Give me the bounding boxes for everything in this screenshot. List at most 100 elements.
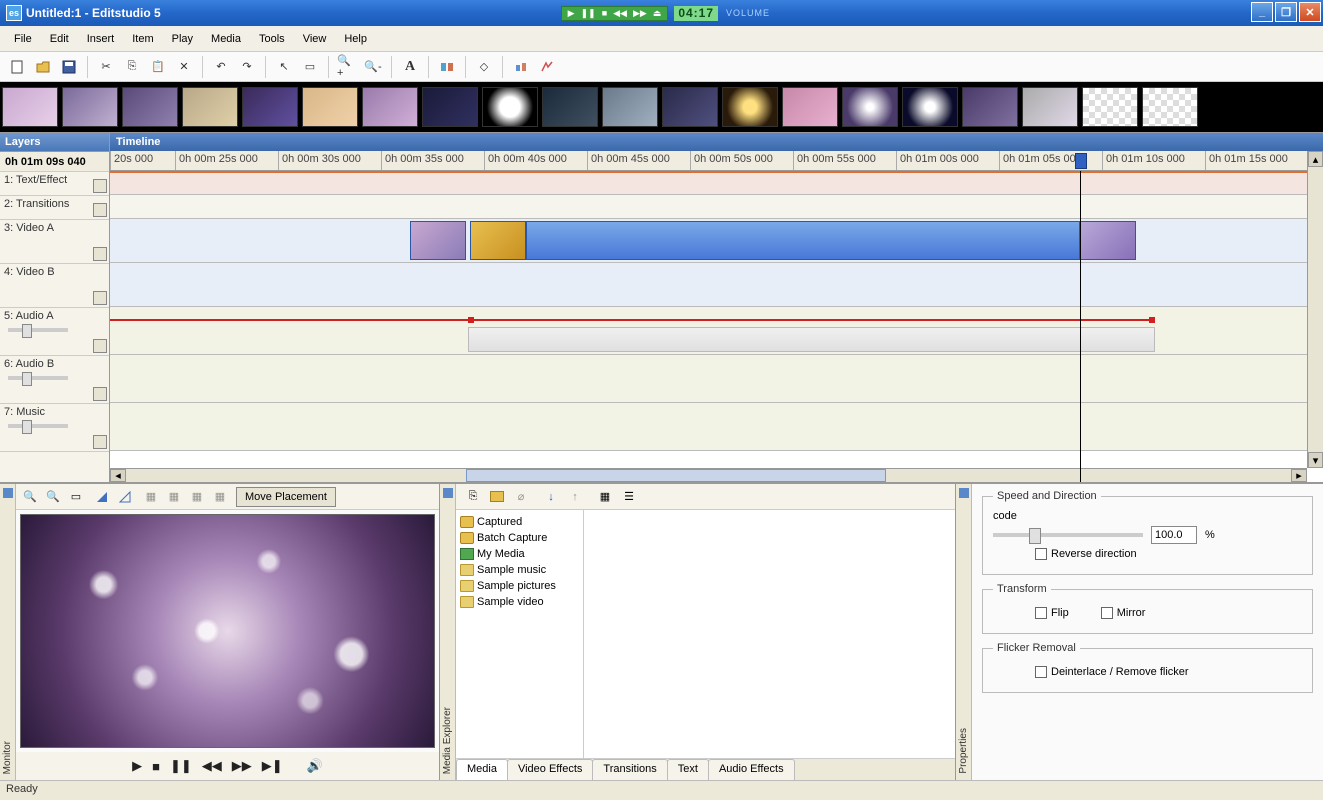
video-clip[interactable] (1080, 221, 1136, 260)
zoom-out-button[interactable]: 🔍- (362, 56, 384, 78)
tab-video-effects[interactable]: Video Effects (507, 759, 593, 780)
speed-slider[interactable] (993, 533, 1143, 537)
menu-play[interactable]: Play (164, 30, 201, 48)
monitor-tab[interactable]: Monitor (0, 484, 16, 780)
tree-node-sample-pictures[interactable]: Sample pictures (458, 578, 581, 594)
audio-envelope[interactable] (110, 319, 1155, 321)
track-video-a[interactable] (110, 219, 1323, 263)
tree-node-batch[interactable]: Batch Capture (458, 530, 581, 546)
layer-video-a[interactable]: 3: Video A (0, 220, 109, 264)
track-video-b[interactable] (110, 263, 1323, 307)
filmstrip-thumb[interactable] (362, 87, 418, 127)
tmc-play-icon[interactable]: ▶ (568, 8, 575, 19)
tmc-eject-icon[interactable]: ⏏ (653, 8, 662, 19)
monitor-preview[interactable] (20, 514, 435, 748)
tab-transitions[interactable]: Transitions (592, 759, 667, 780)
me-grid-view-icon[interactable]: ▦ (596, 488, 614, 506)
menu-item[interactable]: Item (124, 30, 161, 48)
layer-music[interactable]: 7: Music (0, 404, 109, 452)
layer-transitions[interactable]: 2: Transitions (0, 196, 109, 220)
audio-a-volume-slider[interactable] (8, 328, 68, 332)
flip-checkbox[interactable]: Flip (1035, 607, 1069, 619)
scroll-right-icon[interactable]: ▸ (1291, 469, 1307, 482)
paste-button[interactable]: 📋 (147, 56, 169, 78)
menu-view[interactable]: View (295, 30, 335, 48)
me-list-view-icon[interactable]: ☰ (620, 488, 638, 506)
filmstrip-thumb[interactable] (962, 87, 1018, 127)
filmstrip-thumb[interactable] (842, 87, 898, 127)
mon-quality1-icon[interactable] (92, 487, 112, 507)
menu-help[interactable]: Help (336, 30, 375, 48)
menu-insert[interactable]: Insert (79, 30, 123, 48)
me-up-icon[interactable]: ↑ (566, 488, 584, 506)
scroll-down-icon[interactable]: ▾ (1308, 452, 1323, 468)
layer-audio-b[interactable]: 6: Audio B (0, 356, 109, 404)
layer-texteffect[interactable]: 1: Text/Effect (0, 172, 109, 196)
end-icon[interactable]: ▶❚ (262, 758, 283, 774)
timeline-ruler[interactable]: 20s 000 0h 00m 25s 000 0h 00m 30s 000 0h… (110, 151, 1323, 171)
tab-audio-effects[interactable]: Audio Effects (708, 759, 795, 780)
filmstrip-thumb[interactable] (2, 87, 58, 127)
filmstrip-thumb[interactable] (602, 87, 658, 127)
pause-icon[interactable]: ❚❚ (170, 758, 192, 774)
layer-options-icon[interactable] (93, 179, 107, 193)
scroll-up-icon[interactable]: ▴ (1308, 151, 1323, 167)
filmstrip-thumb[interactable] (902, 87, 958, 127)
marker-button[interactable]: ◇ (473, 56, 495, 78)
audio-clip[interactable] (468, 327, 1155, 352)
track-music[interactable] (110, 403, 1323, 451)
layer-options-icon[interactable] (93, 247, 107, 261)
open-file-button[interactable] (32, 56, 54, 78)
mon-quality2-icon[interactable] (115, 487, 135, 507)
menu-file[interactable]: File (6, 30, 40, 48)
mon-zoom-in-icon[interactable]: 🔍 (20, 487, 40, 507)
filmstrip-thumb[interactable] (422, 87, 478, 127)
mute-icon[interactable]: 🔊 (307, 758, 323, 774)
video-clip[interactable] (526, 221, 1080, 260)
menu-edit[interactable]: Edit (42, 30, 77, 48)
filmstrip-thumb[interactable] (782, 87, 838, 127)
layer-options-icon[interactable] (93, 435, 107, 449)
tab-text[interactable]: Text (667, 759, 709, 780)
music-volume-slider[interactable] (8, 424, 68, 428)
me-folder-icon[interactable] (488, 488, 506, 506)
filmstrip-thumb[interactable] (1142, 87, 1198, 127)
playhead[interactable] (1080, 171, 1081, 482)
maximize-button[interactable]: ❐ (1275, 2, 1297, 22)
me-remove-icon[interactable]: ⌀ (512, 488, 530, 506)
delete-button[interactable]: ✕ (173, 56, 195, 78)
tmc-stop-icon[interactable]: ■ (602, 8, 607, 18)
track-texteffect[interactable] (110, 171, 1323, 195)
mon-grid4-icon[interactable]: ▦ (210, 487, 230, 507)
play-icon[interactable]: ▶ (132, 758, 142, 774)
filmstrip-thumb[interactable] (122, 87, 178, 127)
select-tool-button[interactable]: ▭ (299, 56, 321, 78)
filmstrip-thumb[interactable] (62, 87, 118, 127)
layer-audio-a[interactable]: 5: Audio A (0, 308, 109, 356)
media-content-area[interactable] (584, 510, 955, 758)
track-transitions[interactable] (110, 195, 1323, 219)
effect1-button[interactable] (510, 56, 532, 78)
filmstrip-thumb[interactable] (722, 87, 778, 127)
cut-button[interactable]: ✂ (95, 56, 117, 78)
filmstrip-thumb[interactable] (542, 87, 598, 127)
video-clip[interactable] (470, 221, 526, 260)
split-button[interactable] (436, 56, 458, 78)
scroll-left-icon[interactable]: ◂ (110, 469, 126, 482)
timeline-tracks[interactable] (110, 171, 1323, 482)
reverse-direction-checkbox[interactable]: Reverse direction (1035, 548, 1137, 560)
menu-tools[interactable]: Tools (251, 30, 293, 48)
pointer-tool-button[interactable]: ↖ (273, 56, 295, 78)
filmstrip-thumb[interactable] (1022, 87, 1078, 127)
timeline-hscroll[interactable]: ◂ ▸ (110, 468, 1307, 482)
media-explorer-tab[interactable]: Media Explorer (440, 484, 456, 780)
copy-button[interactable]: ⎘ (121, 56, 143, 78)
speed-input[interactable] (1151, 526, 1197, 544)
video-clip[interactable] (410, 221, 466, 260)
mon-zoom-out-icon[interactable]: 🔍 (43, 487, 63, 507)
tmc-next-icon[interactable]: ▶▶ (633, 8, 647, 19)
rewind-icon[interactable]: ◀◀ (202, 758, 222, 774)
mon-grid3-icon[interactable]: ▦ (187, 487, 207, 507)
stop-icon[interactable]: ■ (152, 759, 160, 774)
filmstrip-thumb[interactable] (302, 87, 358, 127)
